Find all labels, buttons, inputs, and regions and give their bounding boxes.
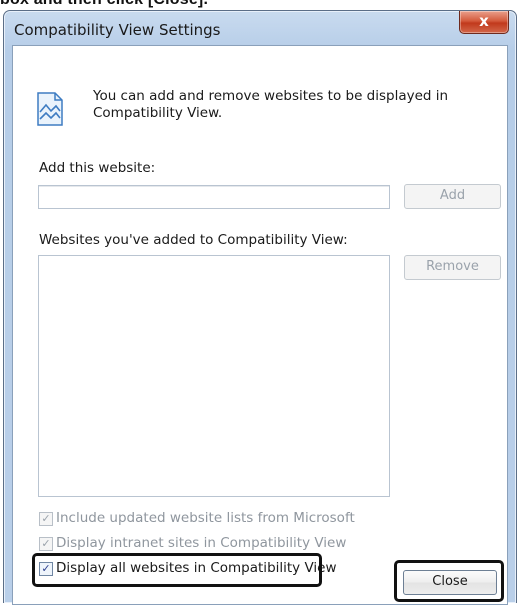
title-bar[interactable]: Compatibility View Settings x <box>4 11 516 44</box>
add-website-label: Add this website: <box>39 160 156 176</box>
highlight-close <box>394 560 504 602</box>
websites-list[interactable] <box>38 255 390 497</box>
checkbox-label: Include updated website lists from Micro… <box>56 510 355 526</box>
close-icon: x <box>479 12 489 30</box>
remove-button[interactable]: Remove <box>404 255 501 280</box>
compatibility-view-dialog: Compatibility View Settings x You can ad… <box>3 10 517 605</box>
compatibility-view-icon <box>37 92 63 126</box>
checkmark-icon: ✓ <box>39 537 53 551</box>
checkmark-icon: ✓ <box>39 512 53 526</box>
info-text: You can add and remove websites to be di… <box>93 88 449 121</box>
add-website-input[interactable] <box>38 185 390 209</box>
window-close-button[interactable]: x <box>459 11 509 34</box>
dialog-body: You can add and remove websites to be di… <box>12 45 508 605</box>
dialog-title: Compatibility View Settings <box>14 21 221 39</box>
websites-list-label: Websites you've added to Compatibility V… <box>39 232 348 248</box>
highlight-display-all <box>32 553 322 587</box>
checkbox-label: Display intranet sites in Compatibility … <box>56 535 347 551</box>
add-button[interactable]: Add <box>404 184 501 209</box>
